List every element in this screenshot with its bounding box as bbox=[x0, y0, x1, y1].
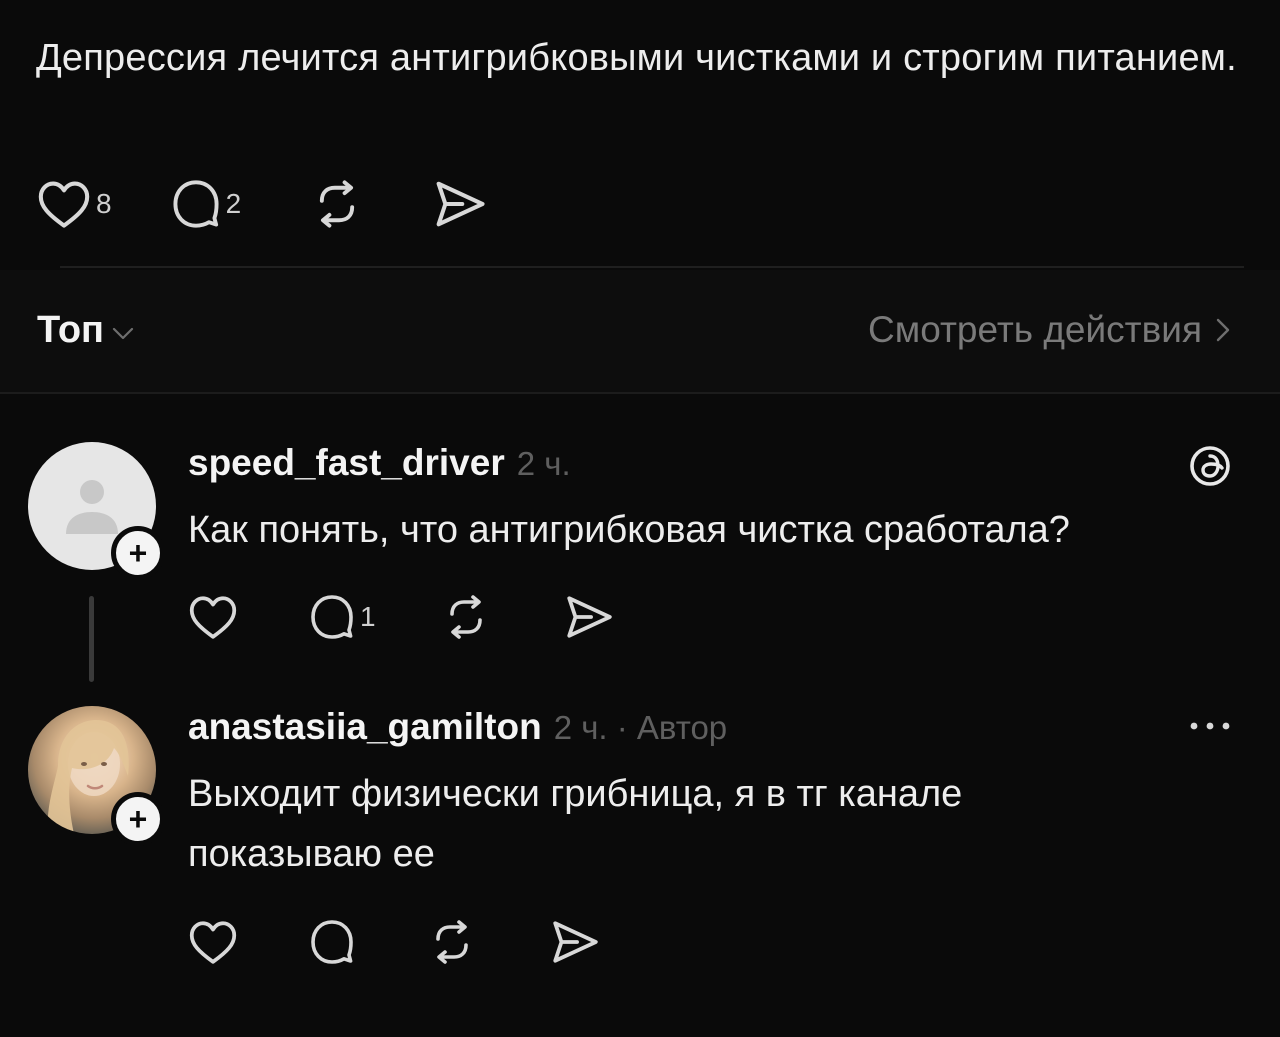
divider bbox=[60, 266, 1244, 268]
post-actions: 8 2 bbox=[36, 178, 487, 230]
repost-icon bbox=[436, 920, 468, 964]
threads-icon[interactable] bbox=[1186, 442, 1234, 495]
share-button[interactable] bbox=[564, 594, 614, 640]
heart-icon bbox=[189, 596, 237, 639]
plus-icon: + bbox=[128, 801, 148, 837]
sort-dropdown[interactable]: Топ bbox=[37, 309, 134, 352]
comment-text: Как понять, что антигрибковая чистка сра… bbox=[188, 509, 1070, 551]
timestamp: 2 ч. bbox=[516, 445, 571, 482]
username[interactable]: anastasiia_gamilton bbox=[188, 706, 542, 748]
comment-icon bbox=[311, 920, 353, 964]
chevron-right-icon bbox=[1216, 318, 1230, 342]
chevron-down-icon bbox=[112, 327, 134, 339]
like-count: 8 bbox=[96, 188, 112, 219]
more-icon[interactable] bbox=[1186, 716, 1234, 741]
thread-line bbox=[89, 596, 94, 682]
comment-icon bbox=[173, 180, 219, 228]
send-icon bbox=[436, 181, 485, 227]
comment-count: 2 bbox=[225, 188, 242, 219]
comment-icon bbox=[311, 595, 353, 639]
sort-label: Топ bbox=[37, 309, 104, 351]
follow-badge[interactable]: + bbox=[111, 792, 165, 846]
plus-icon: + bbox=[128, 535, 148, 571]
send-icon bbox=[553, 921, 598, 963]
heart-icon bbox=[38, 181, 90, 228]
timestamp: 2 ч. · Автор bbox=[553, 709, 728, 746]
comment-button[interactable]: 2 bbox=[170, 178, 242, 230]
comment-count: 1 bbox=[360, 601, 376, 632]
view-activity-link[interactable]: Смотреть действия bbox=[868, 309, 1230, 351]
comment-button[interactable]: 1 bbox=[308, 593, 376, 641]
repost-icon bbox=[449, 595, 482, 639]
username[interactable]: speed_fast_driver bbox=[188, 442, 505, 484]
send-icon bbox=[566, 596, 612, 638]
repost-icon bbox=[320, 180, 355, 228]
view-activity-label: Смотреть действия bbox=[868, 309, 1202, 350]
comment-text: Выходит физически грибница, я в тг канал… bbox=[188, 773, 963, 875]
share-button[interactable] bbox=[550, 919, 600, 965]
like-button[interactable] bbox=[188, 594, 238, 640]
comment-actions bbox=[188, 918, 600, 966]
follow-badge[interactable]: + bbox=[111, 526, 165, 580]
repost-button[interactable] bbox=[311, 178, 363, 230]
share-button[interactable] bbox=[433, 179, 487, 229]
like-button[interactable]: 8 bbox=[36, 179, 112, 229]
comment-header: anastasiia_gamilton 2 ч. · Автор bbox=[188, 706, 727, 748]
comment-button[interactable] bbox=[308, 918, 356, 966]
comment-header: speed_fast_driver 2 ч. bbox=[188, 442, 571, 484]
like-button[interactable] bbox=[188, 919, 238, 965]
heart-icon bbox=[189, 921, 237, 964]
repost-button[interactable] bbox=[442, 593, 490, 641]
comment-actions: 1 bbox=[188, 593, 614, 641]
repost-button[interactable] bbox=[428, 918, 476, 966]
post-text: Депрессия лечится антигрибковыми чисткам… bbox=[36, 37, 1237, 79]
